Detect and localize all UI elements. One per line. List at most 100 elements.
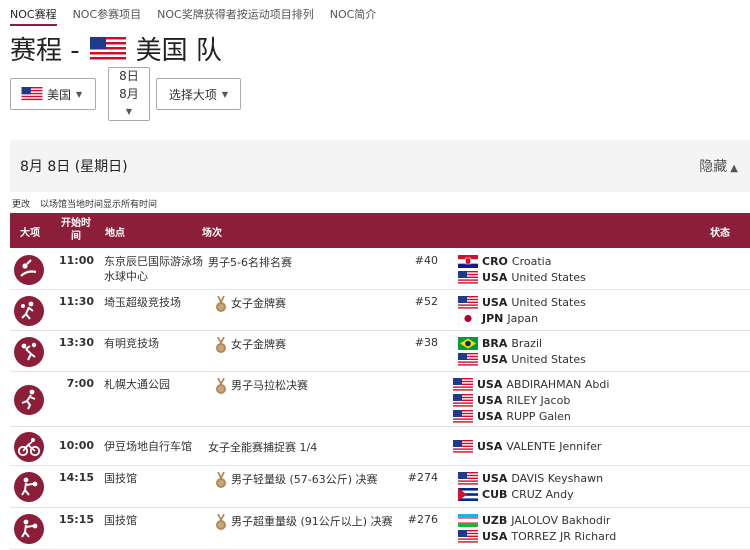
venue: 札幌大通公园 — [104, 378, 170, 391]
competitor-noc-code: USA — [477, 440, 503, 453]
table-row[interactable]: 11:00 东京辰巳国际游泳场水球中心 男子5-6名排名赛 #40 CRO Croatia… — [10, 249, 750, 290]
competitor[interactable]: USA ABDIRAHMAN Abdi — [453, 376, 609, 392]
sport-select[interactable]: 选择大项 ▼ — [156, 78, 241, 110]
cycling-track-icon — [14, 431, 44, 462]
competitor[interactable]: USA United States — [458, 294, 586, 310]
tab-noc-medallists-by-sport[interactable]: NOC奖牌获得者按运动项目排列 — [157, 4, 314, 26]
column-venue: 地点 — [105, 228, 125, 239]
competitor-name: United States — [511, 352, 586, 366]
table-row[interactable]: 7:00 札幌大通公园 男子马拉松决赛 USA ABDIRAHMAN Abdi USA RI… — [10, 372, 750, 427]
event-number: #38 — [414, 336, 438, 349]
competitor-noc-code: BRA — [482, 336, 508, 350]
usa-flag-icon — [458, 352, 478, 366]
competitor[interactable]: USA United States — [458, 269, 586, 285]
page-title-team: 美国 队 — [135, 36, 222, 66]
competitor-noc-code: JPN — [482, 311, 504, 325]
tab-noc-profile[interactable]: NOC简介 — [330, 4, 377, 26]
event-number: #40 — [414, 254, 438, 267]
start-time: 11:30 — [58, 295, 94, 308]
competitor-name: DAVIS Keyshawn — [511, 471, 604, 485]
event-number: #52 — [414, 295, 438, 308]
event[interactable]: 女子金牌赛 — [231, 336, 431, 352]
schedule-table-header: 大项 开始时间 地点 场次 状态 — [10, 213, 750, 248]
bronze-medal-icon — [216, 337, 226, 353]
country-select[interactable]: 美国 ▼ — [10, 78, 96, 110]
competitor-name: VALENTE Jennifer — [506, 440, 602, 453]
table-row[interactable]: 13:30 有明竞技场 女子金牌赛 #38 BRA Brazil USA United Sta… — [10, 331, 750, 372]
event[interactable]: 女子金牌赛 — [231, 295, 431, 311]
timezone-note: 更改 以场馆当地时间显示所有时间 — [12, 197, 157, 210]
venue: 国技馆 — [104, 514, 137, 527]
competitor-noc-code: USA — [482, 295, 508, 309]
venue: 伊豆场地自行车馆 — [104, 439, 192, 453]
competitor[interactable]: USA United States — [458, 351, 586, 367]
date-select-day: 8日 — [119, 69, 139, 83]
cub-flag-icon — [458, 487, 478, 501]
caret-down-icon: ▼ — [76, 89, 83, 99]
competitor[interactable]: USA TORREZ JR Richard — [458, 528, 616, 544]
noc-tabs: NOC赛程 NOC参赛项目 NOC奖牌获得者按运动项目排列 NOC简介 — [10, 4, 392, 26]
timezone-change-link[interactable]: 更改 — [12, 197, 30, 210]
competitor[interactable]: JPN Japan — [458, 310, 538, 326]
competitor-noc-code: USA — [477, 377, 503, 391]
tab-noc-schedule[interactable]: NOC赛程 — [10, 4, 57, 26]
competitor[interactable]: USA RUPP Galen — [453, 408, 571, 424]
bra-flag-icon — [458, 336, 478, 350]
venue: 埼玉超级竞技场 — [104, 296, 181, 309]
competitor-name: RILEY Jacob — [506, 393, 571, 407]
start-time: 11:00 — [58, 254, 94, 267]
day-header: 8月 8日 (星期日) 隐藏 ▲ — [10, 140, 750, 192]
uzb-flag-icon — [458, 513, 478, 527]
date-select[interactable]: 8日 8月 ▼ — [108, 67, 150, 121]
competitor-name: Japan — [507, 311, 539, 325]
competitor-noc-code: USA — [482, 529, 508, 543]
competitor[interactable]: USA DAVIS Keyshawn — [458, 470, 603, 486]
column-start-time: 开始时间 — [61, 218, 91, 242]
table-row[interactable]: 11:30 埼玉超级竞技场 女子金牌赛 #52 USA United States JPN J… — [10, 290, 750, 331]
caret-down-icon: ▼ — [125, 107, 133, 116]
hide-button[interactable]: 隐藏 ▲ — [699, 156, 738, 176]
competitor-noc-code: USA — [477, 409, 503, 423]
water-polo-icon — [14, 254, 44, 285]
event[interactable]: 男子超重量级 (91公斤以上) 决赛 — [231, 513, 431, 529]
usa-flag-icon — [458, 471, 478, 485]
usa-flag-icon — [21, 87, 43, 101]
competitor-name: Croatia — [511, 254, 552, 268]
competitor[interactable]: UZB JALOLOV Bakhodir — [458, 512, 610, 528]
timezone-note-text: 以场馆当地时间显示所有时间 — [40, 200, 158, 210]
competitor-noc-code: CUB — [482, 487, 508, 501]
competitor[interactable]: USA RILEY Jacob — [453, 392, 570, 408]
table-row[interactable]: 14:15 国技馆 男子轻量级 (57-63公斤) 决赛 #274 USA DAVIS K… — [10, 466, 750, 508]
event[interactable]: 男子马拉松决赛 — [231, 377, 431, 393]
table-row[interactable]: 15:15 国技馆 男子超重量级 (91公斤以上) 决赛 #276 UZB JALOLOV… — [10, 508, 750, 550]
chevron-up-icon: ▲ — [730, 163, 738, 174]
competitor[interactable]: CRO Croatia — [458, 253, 551, 269]
competitor[interactable]: USA VALENTE Jennifer — [453, 439, 601, 455]
competitor[interactable]: CUB CRUZ Andy — [458, 486, 574, 502]
competitor-noc-code: USA — [482, 352, 508, 366]
event[interactable]: 男子5-6名排名赛 — [208, 254, 408, 270]
event-number: #276 — [407, 513, 438, 526]
start-time: 15:15 — [58, 513, 94, 526]
start-time: 13:30 — [58, 336, 94, 349]
column-sport: 大项 — [20, 228, 40, 239]
competitor[interactable]: BRA Brazil — [458, 335, 542, 351]
hide-button-label: 隐藏 — [699, 159, 728, 175]
page-title-prefix: 赛程 - — [10, 36, 80, 66]
sport-select-placeholder: 选择大项 — [168, 87, 217, 102]
start-time: 14:15 — [58, 471, 94, 484]
usa-flag-icon — [458, 529, 478, 543]
event[interactable]: 男子轻量级 (57-63公斤) 决赛 — [231, 471, 431, 487]
event[interactable]: 女子全能赛捕捉赛 1/4 — [208, 439, 408, 455]
tab-noc-entries[interactable]: NOC参赛项目 — [73, 4, 142, 26]
usa-flag-icon — [453, 409, 473, 423]
country-select-value: 美国 — [47, 87, 72, 102]
date-select-month: 8月 — [119, 87, 139, 101]
competitor-name: TORREZ JR Richard — [511, 529, 617, 543]
competitor-noc-code: USA — [477, 393, 503, 407]
competitor-name: RUPP Galen — [506, 409, 571, 423]
page-title: 赛程 - 美国 队 — [10, 30, 222, 67]
competitor-name: United States — [511, 270, 586, 284]
usa-flag-icon — [453, 377, 473, 391]
table-row[interactable]: 10:00 伊豆场地自行车馆 女子全能赛捕捉赛 1/4 USA VALENTE Jenn… — [10, 427, 750, 466]
